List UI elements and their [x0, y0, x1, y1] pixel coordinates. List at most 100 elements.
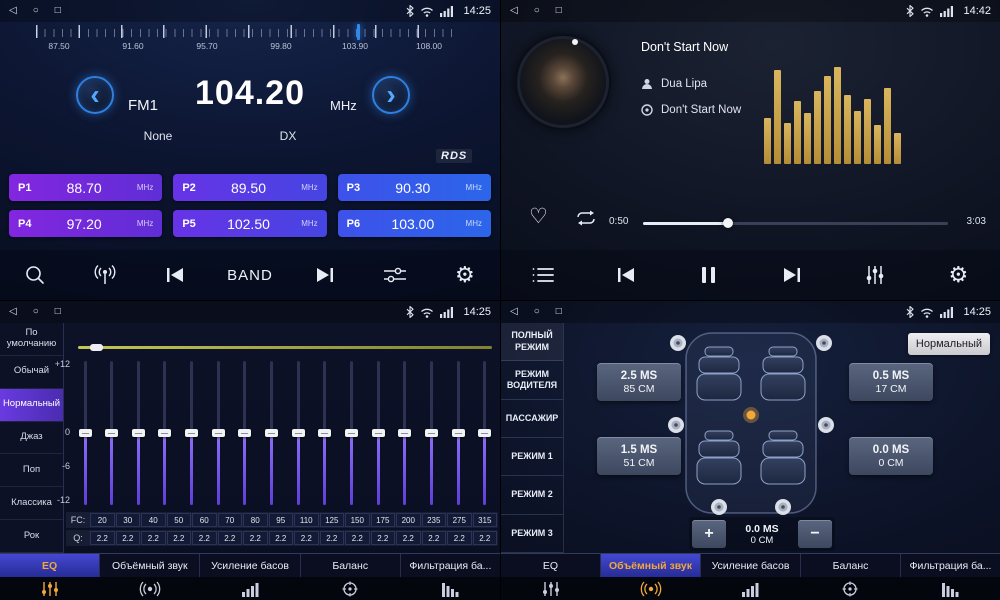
- surround-mode-item[interactable]: ПОЛНЫЙ РЕЖИМ: [501, 323, 563, 361]
- search-button[interactable]: [17, 255, 53, 295]
- repeat-button[interactable]: [575, 210, 597, 226]
- preset-button[interactable]: P6 103.00 MHz: [338, 210, 491, 237]
- surround-mode-item[interactable]: РЕЖИМ ВОДИТЕЛЯ: [501, 361, 563, 399]
- delay-plus-button[interactable]: +: [692, 520, 726, 548]
- eq-band-slider[interactable]: [105, 361, 119, 505]
- surround-mode-item[interactable]: РЕЖИМ 3: [501, 515, 563, 553]
- audio-tab[interactable]: Объёмный звук: [100, 554, 200, 577]
- fc-value-cell[interactable]: 60: [192, 513, 217, 527]
- bass-boost-dock-button[interactable]: [701, 577, 801, 600]
- filter-dock-button[interactable]: [400, 577, 500, 600]
- eq-band-slider[interactable]: [425, 361, 439, 505]
- eq-preset-item[interactable]: Рок: [0, 520, 63, 553]
- audio-tab[interactable]: Баланс: [801, 554, 901, 577]
- prev-station-button[interactable]: [157, 255, 193, 295]
- audio-tab[interactable]: EQ: [501, 554, 601, 577]
- recents-icon[interactable]: □: [556, 307, 562, 317]
- home-icon[interactable]: ○: [534, 6, 540, 16]
- mixer-button[interactable]: [857, 255, 893, 295]
- delay-front-left-button[interactable]: 2.5 MS 85 CM: [597, 363, 681, 401]
- eq-dock-button[interactable]: [0, 577, 100, 600]
- eq-dock-button[interactable]: [501, 577, 601, 600]
- q-value-cell[interactable]: 2.2: [269, 531, 294, 545]
- surround-dock-button[interactable]: [100, 577, 200, 600]
- q-value-cell[interactable]: 2.2: [167, 531, 192, 545]
- balance-dock-button[interactable]: [800, 577, 900, 600]
- eq-band-slider[interactable]: [238, 361, 252, 505]
- playlist-button[interactable]: [525, 255, 561, 295]
- q-value-cell[interactable]: 2.2: [447, 531, 472, 545]
- preset-button[interactable]: P3 90.30 MHz: [338, 174, 491, 201]
- eq-band-slider[interactable]: [345, 361, 359, 505]
- fc-value-cell[interactable]: 40: [141, 513, 166, 527]
- home-icon[interactable]: ○: [33, 307, 39, 317]
- audio-tab[interactable]: Объёмный звук: [601, 554, 701, 577]
- band-button[interactable]: BAND: [227, 255, 273, 295]
- back-icon[interactable]: ◁: [9, 6, 17, 16]
- back-icon[interactable]: ◁: [9, 307, 17, 317]
- fc-value-cell[interactable]: 95: [269, 513, 294, 527]
- fc-value-cell[interactable]: 275: [447, 513, 472, 527]
- audio-tab[interactable]: Фильтрация ба...: [401, 554, 500, 577]
- eq-band-slider[interactable]: [398, 361, 412, 505]
- surround-mode-item[interactable]: РЕЖИМ 1: [501, 438, 563, 476]
- surround-mode-item[interactable]: РЕЖИМ 2: [501, 476, 563, 514]
- frequency-ruler[interactable]: 87.5091.6095.7099.80103.90108.00: [0, 24, 500, 58]
- fc-value-cell[interactable]: 80: [243, 513, 268, 527]
- home-icon[interactable]: ○: [33, 6, 39, 16]
- eq-band-slider[interactable]: [318, 361, 332, 505]
- tune-down-button[interactable]: ‹: [76, 76, 114, 114]
- filter-dock-button[interactable]: [900, 577, 1000, 600]
- eq-band-slider[interactable]: [185, 361, 199, 505]
- recents-icon[interactable]: □: [55, 307, 61, 317]
- settings-button[interactable]: ⚙: [940, 255, 976, 295]
- preset-button[interactable]: P4 97.20 MHz: [9, 210, 162, 237]
- eq-band-slider[interactable]: [211, 361, 225, 505]
- eq-band-slider[interactable]: [478, 361, 492, 505]
- progress-bar[interactable]: [643, 222, 948, 225]
- eq-band-slider[interactable]: [158, 361, 172, 505]
- fc-value-cell[interactable]: 20: [90, 513, 115, 527]
- surround-dock-button[interactable]: [601, 577, 701, 600]
- q-value-cell[interactable]: 2.2: [396, 531, 421, 545]
- delay-rear-left-button[interactable]: 1.5 MS 51 CM: [597, 437, 681, 475]
- eq-band-slider[interactable]: [265, 361, 279, 505]
- delay-front-right-button[interactable]: 0.5 MS 17 CM: [849, 363, 933, 401]
- audio-tab[interactable]: Фильтрация ба...: [901, 554, 1000, 577]
- prev-track-button[interactable]: [608, 255, 644, 295]
- fc-value-cell[interactable]: 110: [294, 513, 319, 527]
- eq-band-slider[interactable]: [451, 361, 465, 505]
- q-value-cell[interactable]: 2.2: [116, 531, 141, 545]
- q-value-cell[interactable]: 2.2: [243, 531, 268, 545]
- fc-value-cell[interactable]: 70: [218, 513, 243, 527]
- eq-band-slider[interactable]: [78, 361, 92, 505]
- preset-button[interactable]: P2 89.50 MHz: [173, 174, 326, 201]
- balance-dock-button[interactable]: [300, 577, 400, 600]
- eq-band-slider[interactable]: [371, 361, 385, 505]
- eq-band-slider[interactable]: [131, 361, 145, 505]
- q-value-cell[interactable]: 2.2: [371, 531, 396, 545]
- preset-button[interactable]: P1 88.70 MHz: [9, 174, 162, 201]
- fc-value-cell[interactable]: 315: [473, 513, 498, 527]
- audio-tab[interactable]: Усиление басов: [701, 554, 801, 577]
- tune-settings-button[interactable]: [377, 255, 413, 295]
- fc-value-cell[interactable]: 30: [116, 513, 141, 527]
- recents-icon[interactable]: □: [556, 6, 562, 16]
- home-icon[interactable]: ○: [534, 307, 540, 317]
- preset-button[interactable]: P5 102.50 MHz: [173, 210, 326, 237]
- fc-value-cell[interactable]: 150: [345, 513, 370, 527]
- q-value-cell[interactable]: 2.2: [473, 531, 498, 545]
- eq-preset-item[interactable]: Нормальный: [0, 389, 63, 422]
- fc-value-cell[interactable]: 235: [422, 513, 447, 527]
- q-value-cell[interactable]: 2.2: [294, 531, 319, 545]
- q-value-cell[interactable]: 2.2: [422, 531, 447, 545]
- back-icon[interactable]: ◁: [510, 6, 518, 16]
- audio-tab[interactable]: Усиление басов: [200, 554, 300, 577]
- audio-tab[interactable]: EQ: [0, 554, 100, 577]
- fc-value-cell[interactable]: 175: [371, 513, 396, 527]
- fc-value-cell[interactable]: 125: [320, 513, 345, 527]
- audio-tab[interactable]: Баланс: [301, 554, 401, 577]
- favorite-button[interactable]: ♡: [529, 204, 548, 229]
- master-slider-handle[interactable]: [90, 344, 103, 351]
- settings-button[interactable]: ⚙: [447, 255, 483, 295]
